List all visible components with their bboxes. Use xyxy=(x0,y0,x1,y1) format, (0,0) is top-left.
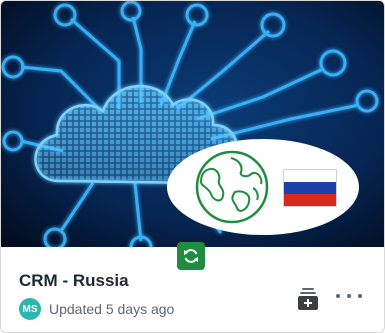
card-meta: MS Updated 5 days ago xyxy=(19,298,174,320)
report-card[interactable]: CRM - Russia MS Updated 5 days ago xyxy=(0,0,385,333)
russia-flag-icon xyxy=(283,169,337,207)
more-options-button[interactable] xyxy=(336,287,362,305)
card-title[interactable]: CRM - Russia xyxy=(19,271,129,291)
globe-icon xyxy=(195,150,269,224)
add-to-collection-button[interactable] xyxy=(297,287,319,311)
more-options-icon-dot xyxy=(358,294,362,298)
add-to-collection-icon xyxy=(298,288,318,310)
sync-badge xyxy=(177,242,205,270)
updated-timestamp: Updated 5 days ago xyxy=(49,301,175,317)
card-thumbnail[interactable] xyxy=(1,1,384,247)
avatar: MS xyxy=(19,298,41,320)
more-options-icon-dot xyxy=(347,294,351,298)
sync-icon xyxy=(184,249,198,263)
more-options-icon-dot xyxy=(336,294,340,298)
